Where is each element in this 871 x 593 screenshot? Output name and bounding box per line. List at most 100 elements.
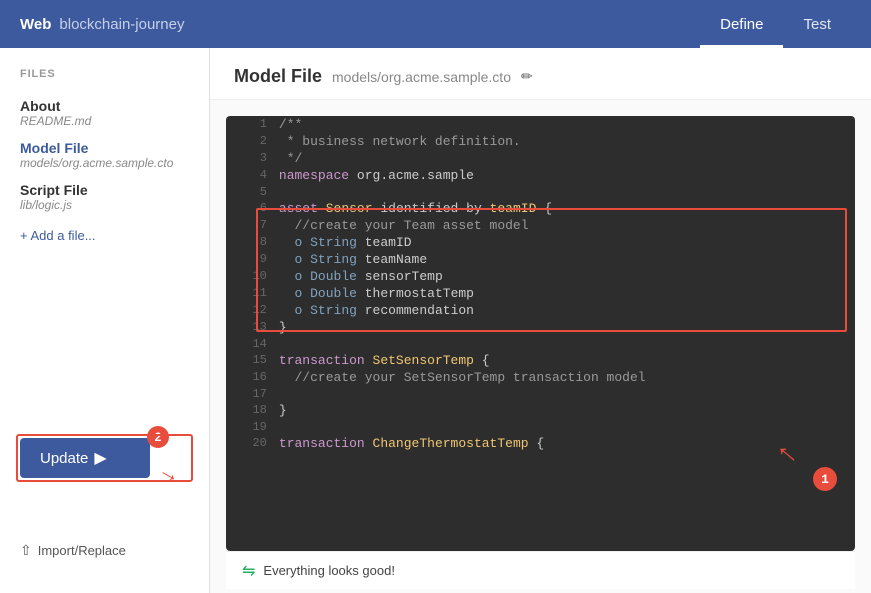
line-code: //create your Team asset model (279, 217, 855, 234)
line-number: 8 (226, 234, 279, 251)
table-row: 7 //create your Team asset model (226, 217, 855, 234)
table-row: 9 o String teamName (226, 251, 855, 268)
line-code: o String teamName (279, 251, 855, 268)
line-number: 12 (226, 302, 279, 319)
line-code: } (279, 319, 855, 336)
line-number: 1 (226, 116, 279, 133)
line-code: /** (279, 116, 855, 133)
line-number: 2 (226, 133, 279, 150)
content-title-path: models/org.acme.sample.cto (332, 69, 511, 85)
add-file-link[interactable]: + Add a file... (0, 218, 209, 253)
line-number: 16 (226, 369, 279, 386)
line-number: 9 (226, 251, 279, 268)
header-logo: Web (20, 16, 51, 33)
arrow-annotation-2: → (154, 456, 186, 490)
table-row: 4 namespace org.acme.sample (226, 167, 855, 184)
line-code (279, 386, 855, 402)
update-button[interactable]: Update ▶ (20, 438, 150, 478)
annotation-badge-1: 1 (813, 467, 837, 491)
line-code: o String recommendation (279, 302, 855, 319)
table-row: 17 (226, 386, 855, 402)
line-number: 7 (226, 217, 279, 234)
line-number: 11 (226, 285, 279, 302)
content-area: Model File models/org.acme.sample.cto ✏ … (210, 48, 871, 593)
line-code: * business network definition. (279, 133, 855, 150)
line-code: } (279, 402, 855, 419)
tab-define[interactable]: Define (700, 0, 783, 48)
line-code: o String teamID (279, 234, 855, 251)
line-number: 5 (226, 184, 279, 200)
import-replace-link[interactable]: ⇧ Import/Replace (0, 534, 209, 567)
table-row: 6 asset Sensor identified by teamID { (226, 200, 855, 217)
line-number: 13 (226, 319, 279, 336)
sidebar-item-script-subtitle: lib/logic.js (20, 198, 189, 212)
line-code: namespace org.acme.sample (279, 167, 855, 184)
line-code: */ (279, 150, 855, 167)
update-btn-arrow-icon: ▶ (94, 448, 106, 468)
line-code (279, 336, 855, 352)
import-icon: ⇧ (20, 542, 32, 559)
code-table: 1 /** 2 * business network definition. 3… (226, 116, 855, 452)
content-title: Model File models/org.acme.sample.cto ✏ (234, 66, 847, 87)
table-row: 8 o String teamID (226, 234, 855, 251)
content-header: Model File models/org.acme.sample.cto ✏ (210, 48, 871, 100)
table-row: 3 */ (226, 150, 855, 167)
sidebar-item-about-title: About (20, 98, 189, 114)
files-section-label: FILES (0, 68, 209, 80)
code-editor[interactable]: 1 /** 2 * business network definition. 3… (226, 116, 855, 551)
sidebar-item-model-title: Model File (20, 140, 189, 156)
header: Web blockchain-journey Define Test (0, 0, 871, 48)
table-row: 20 transaction ChangeThermostatTemp { (226, 435, 855, 452)
line-number: 15 (226, 352, 279, 369)
sidebar-item-model-subtitle: models/org.acme.sample.cto (20, 156, 189, 170)
status-icon: ⇋ (242, 561, 255, 581)
sidebar-item-script[interactable]: Script File lib/logic.js (0, 176, 209, 218)
tab-test[interactable]: Test (783, 0, 851, 48)
line-code (279, 184, 855, 200)
status-message: Everything looks good! (263, 563, 395, 578)
line-code: //create your SetSensorTemp transaction … (279, 369, 855, 386)
edit-icon[interactable]: ✏ (521, 68, 533, 85)
line-code: transaction ChangeThermostatTemp { (279, 435, 855, 452)
line-code: asset Sensor identified by teamID { (279, 200, 855, 217)
sidebar-item-about[interactable]: About README.md (0, 92, 209, 134)
header-title: blockchain-journey (59, 16, 184, 33)
table-row: 16 //create your SetSensorTemp transacti… (226, 369, 855, 386)
table-row: 5 (226, 184, 855, 200)
status-bar: ⇋ Everything looks good! (226, 551, 855, 589)
line-number: 19 (226, 419, 279, 435)
table-row: 14 (226, 336, 855, 352)
line-number: 14 (226, 336, 279, 352)
line-code (279, 419, 855, 435)
content-title-main: Model File (234, 66, 322, 87)
line-code: o Double thermostatTemp (279, 285, 855, 302)
code-editor-wrapper: 1 /** 2 * business network definition. 3… (226, 116, 855, 593)
table-row: 1 /** (226, 116, 855, 133)
table-row: 15 transaction SetSensorTemp { (226, 352, 855, 369)
table-row: 12 o String recommendation (226, 302, 855, 319)
line-code: o Double sensorTemp (279, 268, 855, 285)
line-number: 10 (226, 268, 279, 285)
line-number: 3 (226, 150, 279, 167)
sidebar-item-about-subtitle: README.md (20, 114, 189, 128)
table-row: 11 o Double thermostatTemp (226, 285, 855, 302)
table-row: 2 * business network definition. (226, 133, 855, 150)
line-number: 20 (226, 435, 279, 452)
line-number: 17 (226, 386, 279, 402)
line-number: 18 (226, 402, 279, 419)
table-row: 10 o Double sensorTemp (226, 268, 855, 285)
table-row: 18 } (226, 402, 855, 419)
sidebar-item-model[interactable]: Model File models/org.acme.sample.cto (0, 134, 209, 176)
update-btn-container: 2 → Update ▶ (20, 438, 189, 478)
line-code: transaction SetSensorTemp { (279, 352, 855, 369)
sidebar: FILES About README.md Model File models/… (0, 48, 210, 593)
line-number: 4 (226, 167, 279, 184)
header-tabs: Define Test (700, 0, 851, 48)
sidebar-footer: 2 → Update ▶ (0, 438, 209, 498)
main: FILES About README.md Model File models/… (0, 48, 871, 593)
line-number: 6 (226, 200, 279, 217)
sidebar-item-script-title: Script File (20, 182, 189, 198)
table-row: 13 } (226, 319, 855, 336)
annotation-badge-2: 2 (147, 426, 169, 448)
table-row: 19 (226, 419, 855, 435)
